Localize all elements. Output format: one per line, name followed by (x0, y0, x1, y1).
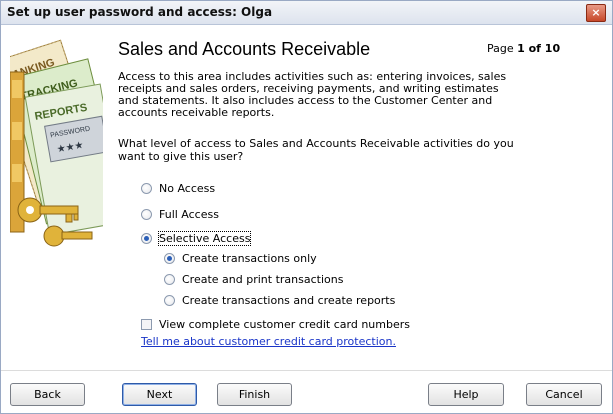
close-icon[interactable]: × (586, 4, 606, 22)
credit-card-checkbox[interactable] (141, 318, 152, 330)
help-button[interactable]: Help (428, 383, 504, 406)
access-question: What level of access to Sales and Accoun… (118, 137, 518, 163)
credit-card-checkbox-label: View complete customer credit card numbe… (159, 317, 410, 331)
back-button[interactable]: Back (10, 383, 85, 406)
radio-label: Create and print transactions (182, 272, 344, 286)
radio-button[interactable] (141, 232, 152, 244)
security-illustration: BANKING TRACKING REPORTS PASSWORD ★★★ (10, 32, 103, 257)
radio-button[interactable] (164, 294, 175, 306)
radio-button[interactable] (141, 208, 152, 220)
radio-no-access[interactable]: No Access (141, 180, 215, 196)
radio-button[interactable] (164, 273, 175, 285)
question-line: What level of access to Sales and Accoun… (118, 137, 514, 150)
radio-create-transactions-only[interactable]: Create transactions only (164, 250, 317, 266)
radio-label: Full Access (159, 207, 219, 221)
radio-label: Selective Access (157, 230, 252, 246)
page-heading: Sales and Accounts Receivable (118, 39, 371, 59)
radio-label: Create transactions and create reports (182, 293, 396, 307)
dialog-window: Set up user password and access: Olga × … (0, 0, 613, 414)
radio-label: No Access (159, 181, 216, 195)
page-indicator-prefix: Page (487, 42, 518, 55)
radio-create-and-print[interactable]: Create and print transactions (164, 271, 343, 287)
description-line: accounts receivable reports. (118, 106, 275, 119)
credit-card-protection-link[interactable]: Tell me about customer credit card prote… (141, 335, 396, 348)
cancel-button[interactable]: Cancel (526, 383, 602, 406)
page-indicator: Page 1 of 10 (487, 42, 560, 55)
next-button[interactable]: Next (122, 383, 197, 406)
radio-selective-access[interactable]: Selective Access (141, 230, 252, 246)
question-line: want to give this user? (118, 150, 244, 163)
radio-button[interactable] (164, 252, 175, 264)
radio-button[interactable] (141, 182, 152, 194)
radio-label: Create transactions only (182, 251, 317, 265)
security-illustration-graphic: BANKING TRACKING REPORTS PASSWORD ★★★ (10, 32, 103, 257)
radio-create-and-reports[interactable]: Create transactions and create reports (164, 292, 395, 308)
window-title: Set up user password and access: Olga (7, 5, 273, 19)
footer-divider (1, 370, 612, 371)
area-description: Access to this area includes activities … (118, 71, 518, 119)
title-bar: Set up user password and access: Olga × (1, 1, 612, 25)
radio-full-access[interactable]: Full Access (141, 206, 219, 222)
finish-button[interactable]: Finish (217, 383, 292, 406)
page-indicator-count: 1 of 10 (517, 42, 561, 55)
credit-card-checkbox-row[interactable]: View complete customer credit card numbe… (141, 316, 410, 332)
